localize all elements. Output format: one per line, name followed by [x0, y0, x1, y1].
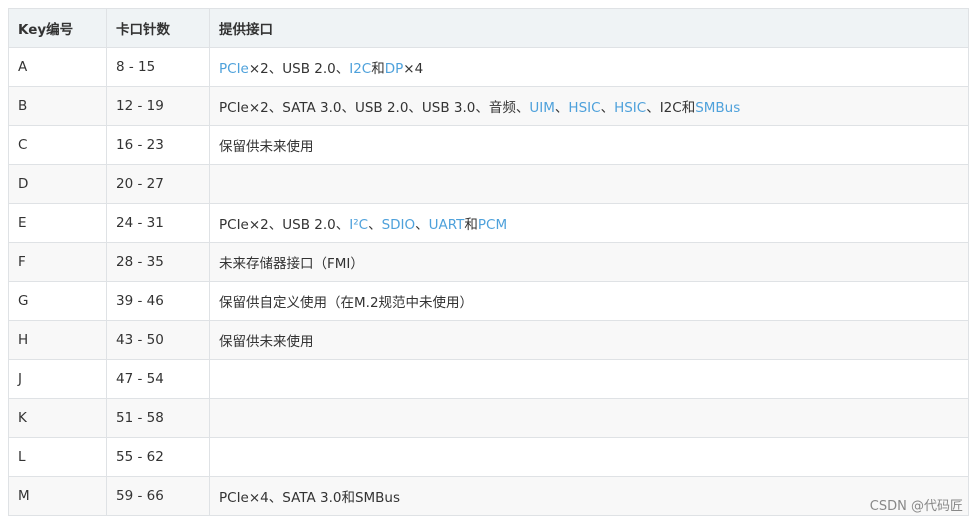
key-cell: G	[8, 281, 107, 321]
key-cell: B	[8, 86, 107, 126]
interface-cell	[209, 398, 969, 438]
table-row: B 12 - 19 PCIe×2、SATA 3.0、USB 2.0、USB 3.0、…	[8, 86, 969, 126]
interface-cell: 未来存储器接口（FMI）	[209, 242, 969, 282]
watermark: CSDN @代码匠	[869, 499, 963, 514]
pins-cell: 59 - 66	[106, 476, 210, 516]
interface-cell: PCIe×2、SATA 3.0、USB 2.0、USB 3.0、音频、UIM、H…	[209, 86, 969, 126]
interface-text: PCIe×2、SATA 3.0、USB 2.0、USB 3.0、音频、	[219, 100, 530, 116]
interface-link[interactable]: HSIC	[614, 100, 646, 116]
table-row: H 43 - 50 保留供未来使用	[8, 320, 969, 360]
table-row: J 47 - 54	[8, 359, 969, 399]
table-row: K 51 - 58	[8, 398, 969, 438]
interface-link[interactable]: DP	[385, 61, 404, 77]
interface-text: 、	[600, 100, 615, 116]
interface-text: 和	[371, 61, 385, 77]
pins-cell: 39 - 46	[106, 281, 210, 321]
interface-text: 和	[464, 217, 478, 233]
interface-text: 、I2C和	[646, 100, 696, 116]
pins-cell: 24 - 31	[106, 203, 210, 243]
interface-text: ×2、USB 2.0、	[248, 61, 350, 77]
interface-cell: PCIe×2、USB 2.0、I²C、SDIO、UART和PCM	[209, 203, 969, 243]
interface-link[interactable]: I²C	[349, 217, 368, 233]
pins-cell: 20 - 27	[106, 164, 210, 204]
key-cell: C	[8, 125, 107, 165]
interface-text: 、	[368, 217, 382, 233]
key-cell: D	[8, 164, 107, 204]
interface-link[interactable]: I2C	[349, 61, 371, 77]
interface-text: 保留供自定义使用（在M.2规范中未使用）	[219, 295, 474, 311]
interface-cell: PCIe×4、SATA 3.0和SMBus	[209, 476, 969, 516]
table-row: D 20 - 27	[8, 164, 969, 204]
pins-cell: 55 - 62	[106, 437, 210, 477]
interface-cell	[209, 359, 969, 399]
table-row: A8 - 15 PCIe×2、USB 2.0、I2C和DP×4	[8, 47, 969, 87]
pins-cell: 51 - 58	[106, 398, 210, 438]
key-cell: L	[8, 437, 107, 477]
key-cell: A	[8, 47, 107, 87]
interface-cell	[209, 437, 969, 477]
key-table: Key编号 卡口针数 提供接口 A8 - 15 PCIe×2、USB 2.0、I2…	[8, 8, 969, 516]
table-row: L 55 - 62	[8, 437, 969, 477]
table-row: E 24 - 31 PCIe×2、USB 2.0、I²C、SDIO、UART和PCM	[8, 203, 969, 243]
pins-cell: 43 - 50	[106, 320, 210, 360]
pins-cell: 28 - 35	[106, 242, 210, 282]
key-cell: E	[8, 203, 107, 243]
interface-text: 、	[415, 217, 429, 233]
pins-cell: 12 - 19	[106, 86, 210, 126]
interface-cell: 保留供未来使用	[209, 125, 969, 165]
table-row: F 28 - 35 未来存储器接口（FMI）	[8, 242, 969, 282]
table-row: C 16 - 23 保留供未来使用	[8, 125, 969, 165]
interface-cell: 保留供自定义使用（在M.2规范中未使用）	[209, 281, 969, 321]
interface-text: 未来存储器接口（FMI）	[219, 256, 364, 272]
pins-cell: 8 - 15	[106, 47, 210, 87]
pins-cell: 16 - 23	[106, 125, 210, 165]
key-cell: J	[8, 359, 107, 399]
interface-text: PCIe×4、SATA 3.0和SMBus	[219, 490, 401, 506]
interface-text: ×4	[403, 61, 424, 77]
key-cell: H	[8, 320, 107, 360]
header-key: Key编号	[8, 8, 107, 48]
table-row: M 59 - 66 PCIe×4、SATA 3.0和SMBus	[8, 476, 969, 516]
header-row: Key编号 卡口针数 提供接口	[8, 8, 969, 48]
interface-cell: PCIe×2、USB 2.0、I2C和DP×4	[209, 47, 969, 87]
interface-link[interactable]: SDIO	[382, 217, 416, 233]
interface-link[interactable]: UART	[429, 217, 465, 233]
interface-text: 保留供未来使用	[219, 139, 314, 155]
header-interface: 提供接口	[209, 8, 969, 48]
interface-text: 保留供未来使用	[219, 334, 314, 350]
table-row: G 39 - 46 保留供自定义使用（在M.2规范中未使用）	[8, 281, 969, 321]
interface-link[interactable]: SMBus	[695, 100, 740, 116]
key-cell: M	[8, 476, 107, 516]
interface-cell	[209, 164, 969, 204]
interface-text: 、	[554, 100, 569, 116]
interface-cell: 保留供未来使用	[209, 320, 969, 360]
interface-link[interactable]: UIM	[529, 100, 555, 116]
interface-link[interactable]: PCIe	[219, 61, 249, 77]
key-cell: K	[8, 398, 107, 438]
header-pins: 卡口针数	[106, 8, 210, 48]
interface-link[interactable]: PCM	[478, 217, 507, 233]
pins-cell: 47 - 54	[106, 359, 210, 399]
interface-text: PCIe×2、USB 2.0、	[219, 217, 350, 233]
interface-link[interactable]: HSIC	[568, 100, 600, 116]
key-cell: F	[8, 242, 107, 282]
